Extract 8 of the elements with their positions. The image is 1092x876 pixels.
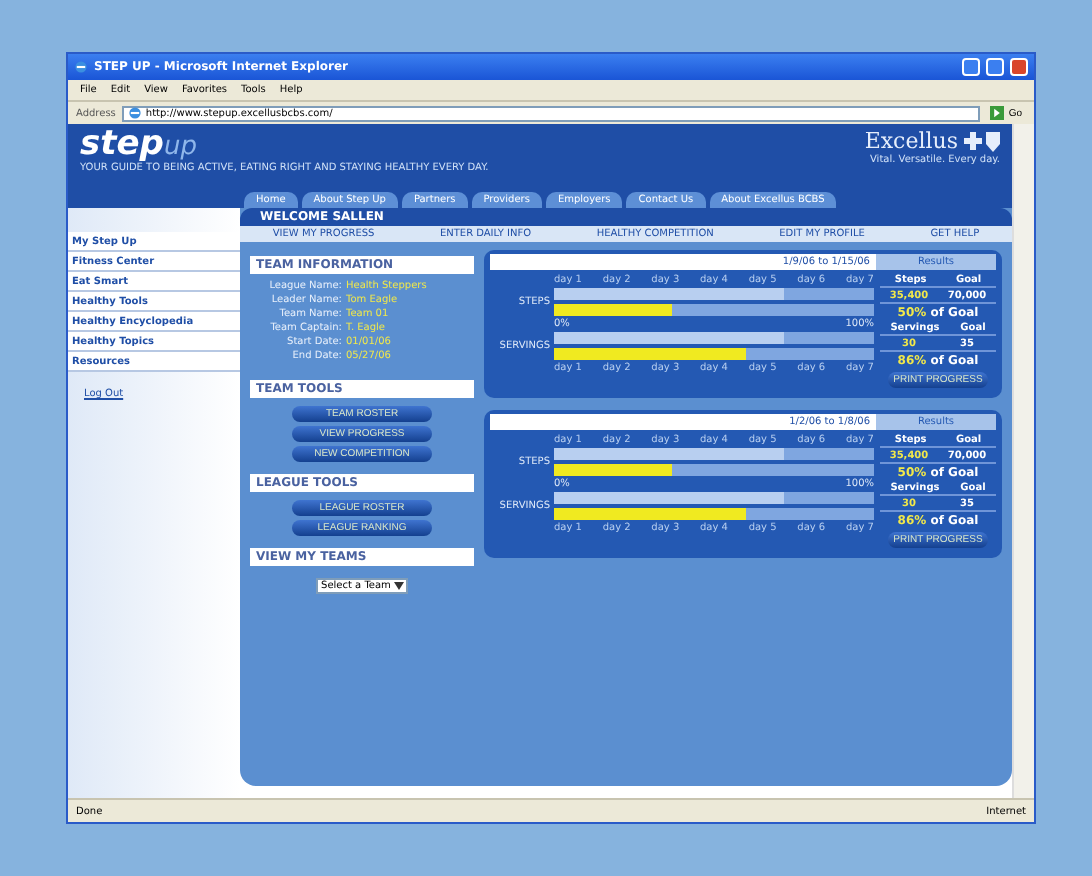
site-logo: stepup — [80, 128, 198, 162]
dropdown-caret-icon — [394, 582, 405, 590]
scrollbar[interactable] — [1012, 124, 1034, 798]
close-button[interactable] — [1010, 58, 1028, 76]
cross-shield-icon — [964, 131, 1000, 151]
minimize-button[interactable] — [962, 58, 980, 76]
maximize-button[interactable] — [986, 58, 1004, 76]
brand-name: Excellus — [864, 128, 958, 154]
